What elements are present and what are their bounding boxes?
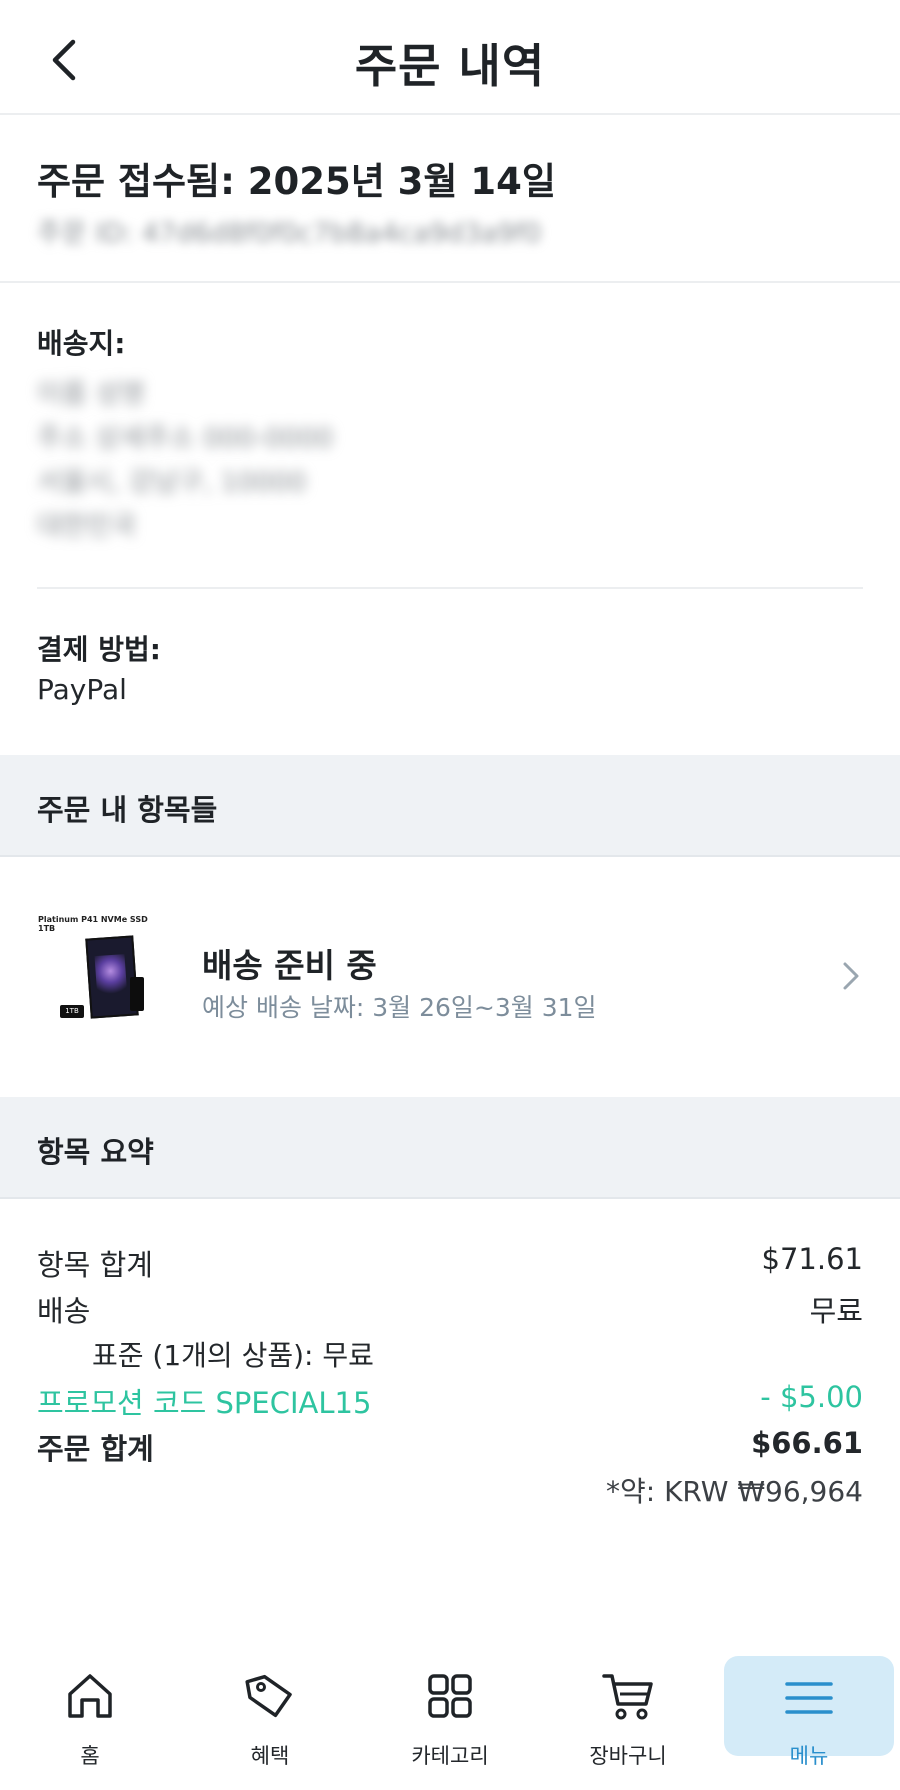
thumbnail-capacity-tag: 1TB xyxy=(60,1005,84,1018)
order-total-row: 주문 합계 $66.61 xyxy=(37,1426,863,1466)
app-header: 주문 내역 xyxy=(0,0,900,115)
tab-label: 혜택 xyxy=(250,1744,290,1768)
order-summary-header: 주문 접수됨: 2025년 3월 14일 주문 ID: 47d6d8f0f0c7… xyxy=(0,115,900,283)
tab-menu[interactable]: 메뉴 xyxy=(724,1656,894,1768)
tab-label: 장바구니 xyxy=(589,1744,667,1768)
grid-icon xyxy=(428,1674,472,1718)
tab-label: 홈 xyxy=(80,1744,100,1768)
payment-value: PayPal xyxy=(37,673,127,706)
address-line: 서울시, 강남구, 10000 xyxy=(37,467,307,498)
address-line: 이름 성명 xyxy=(37,379,145,410)
items-section-title: 주문 내 항목들 xyxy=(37,793,218,827)
product-ssd-image xyxy=(130,977,144,1011)
shipping-cost-label: 배송 xyxy=(37,1294,91,1328)
shipping-row: 배송 무료 xyxy=(37,1288,863,1328)
item-eta: 예상 배송 날짜: 3월 26일~3월 31일 xyxy=(202,993,597,1022)
bottom-tab-bar: 홈 혜택 카테고리 장바구니 메뉴 xyxy=(0,1640,900,1790)
promo-label: 프로모션 코드 SPECIAL15 xyxy=(37,1386,372,1420)
shipping-label: 배송지: xyxy=(37,327,126,360)
subtotal-value: $71.61 xyxy=(761,1242,863,1276)
order-total-label: 주문 합계 xyxy=(37,1432,154,1466)
tab-label: 메뉴 xyxy=(789,1744,829,1768)
promo-row: 프로모션 코드 SPECIAL15 - $5.00 xyxy=(37,1380,863,1420)
shipping-cost-value: 무료 xyxy=(809,1294,863,1328)
product-thumbnail: Platinum P41 NVMe SSD 1TB 1TB xyxy=(38,915,154,1027)
payment-label: 결제 방법: xyxy=(37,633,161,666)
menu-icon xyxy=(785,1682,833,1714)
tab-home[interactable]: 홈 xyxy=(10,1654,170,1774)
order-date-title: 주문 접수됨: 2025년 3월 14일 xyxy=(37,160,556,203)
home-icon xyxy=(68,1674,112,1718)
tag-icon xyxy=(245,1674,292,1718)
tab-cart[interactable]: 장바구니 xyxy=(548,1654,708,1774)
approx-krw: *약: KRW ₩96,964 xyxy=(605,1475,863,1508)
chevron-right-icon xyxy=(843,962,859,990)
cart-icon xyxy=(602,1674,653,1720)
order-item-row[interactable]: Platinum P41 NVMe SSD 1TB 1TB 배송 준비 중 예상… xyxy=(0,857,900,1097)
tab-benefits[interactable]: 혜택 xyxy=(190,1654,350,1774)
order-id-blurred: 주문 ID: 47d6d8f0f0c7b8a4ca9d3a9f0 xyxy=(37,218,542,249)
thumbnail-caption: Platinum P41 NVMe SSD 1TB xyxy=(38,915,148,933)
divider xyxy=(37,587,863,589)
address-line: 대한민국 xyxy=(37,511,137,542)
item-status: 배송 준비 중 xyxy=(202,946,377,985)
summary-section-header: 항목 요약 xyxy=(0,1097,900,1199)
summary-section-title: 항목 요약 xyxy=(37,1135,154,1169)
order-total-value: $66.61 xyxy=(751,1426,863,1460)
tab-label: 카테고리 xyxy=(411,1744,489,1768)
tab-category[interactable]: 카테고리 xyxy=(370,1654,530,1774)
address-line: 주소 상세주소 000-0000 xyxy=(37,423,334,454)
items-section-header: 주문 내 항목들 xyxy=(0,755,900,857)
subtotal-row: 항목 합계 $71.61 xyxy=(37,1242,863,1282)
page-title: 주문 내역 xyxy=(354,39,546,93)
subtotal-label: 항목 합계 xyxy=(37,1248,153,1282)
shipping-detail: 표준 (1개의 상품): 무료 xyxy=(92,1339,374,1372)
promo-value: - $5.00 xyxy=(760,1380,863,1414)
